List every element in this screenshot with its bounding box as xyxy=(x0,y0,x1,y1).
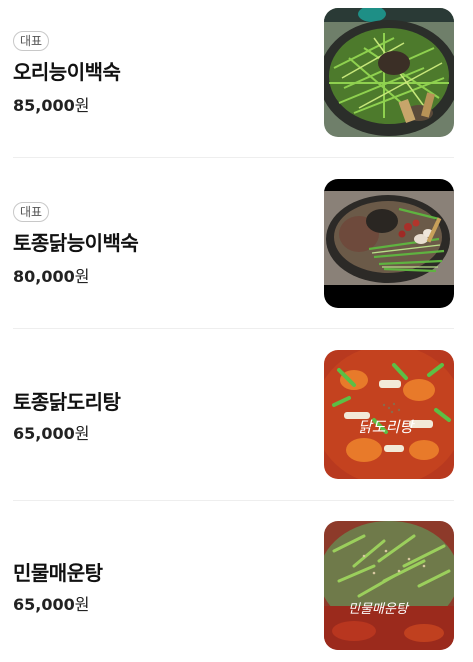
price-unit: 원 xyxy=(74,595,90,614)
menu-item-duck-neungi-baeksuk[interactable]: 대표 오리능이백숙 85,000원 xyxy=(13,8,454,137)
menu-item-freshwater-spicy-fish-stew[interactable]: 민물매운탕 65,000원 민물매운탕 xyxy=(13,521,454,650)
price-amount: 80,000 xyxy=(13,267,75,286)
menu-item-native-chicken-dakdoritang[interactable]: 토종닭도리탕 65,000원 닭도리탕 xyxy=(13,350,454,479)
signature-badge: 대표 xyxy=(13,202,50,222)
menu-item-price: 85,000원 xyxy=(13,92,89,116)
divider xyxy=(13,328,454,329)
menu-item-name: 토종닭능이백숙 xyxy=(13,231,139,255)
divider xyxy=(13,157,454,158)
price-amount: 65,000 xyxy=(13,424,75,443)
divider xyxy=(13,500,454,501)
menu-item-info: 토종닭도리탕 65,000원 xyxy=(13,350,313,479)
price-unit: 원 xyxy=(74,267,90,286)
menu-item-price: 65,000원 xyxy=(13,420,89,444)
price-unit: 원 xyxy=(74,96,90,115)
price-amount: 65,000 xyxy=(13,595,75,614)
menu-item-price: 65,000원 xyxy=(13,591,89,615)
menu-item-native-chicken-neungi-baeksuk[interactable]: 대표 토종닭능이백숙 80,000원 xyxy=(13,179,454,308)
signature-badge: 대표 xyxy=(13,31,50,51)
price-unit: 원 xyxy=(74,424,90,443)
duck-neungi-baeksuk-photo[interactable] xyxy=(324,8,454,137)
image-caption: 민물매운탕 xyxy=(348,602,410,617)
menu-list: 대표 오리능이백숙 85,000원 대표 토종닭능이백숙 80,000원 토종닭… xyxy=(0,0,473,662)
menu-item-info: 민물매운탕 65,000원 xyxy=(13,521,313,650)
menu-item-info: 대표 오리능이백숙 85,000원 xyxy=(13,8,313,137)
menu-item-price: 80,000원 xyxy=(13,263,89,287)
menu-item-name: 오리능이백숙 xyxy=(13,60,121,84)
native-chicken-dakdoritang-photo[interactable]: 닭도리탕 xyxy=(324,350,454,479)
menu-item-info: 대표 토종닭능이백숙 80,000원 xyxy=(13,179,313,308)
freshwater-spicy-fish-stew-photo[interactable]: 민물매운탕 xyxy=(324,521,454,650)
image-caption: 닭도리탕 xyxy=(358,418,415,436)
native-chicken-neungi-baeksuk-photo[interactable] xyxy=(324,179,454,308)
menu-item-name: 토종닭도리탕 xyxy=(13,390,121,414)
menu-item-name: 민물매운탕 xyxy=(13,561,103,585)
price-amount: 85,000 xyxy=(13,96,75,115)
